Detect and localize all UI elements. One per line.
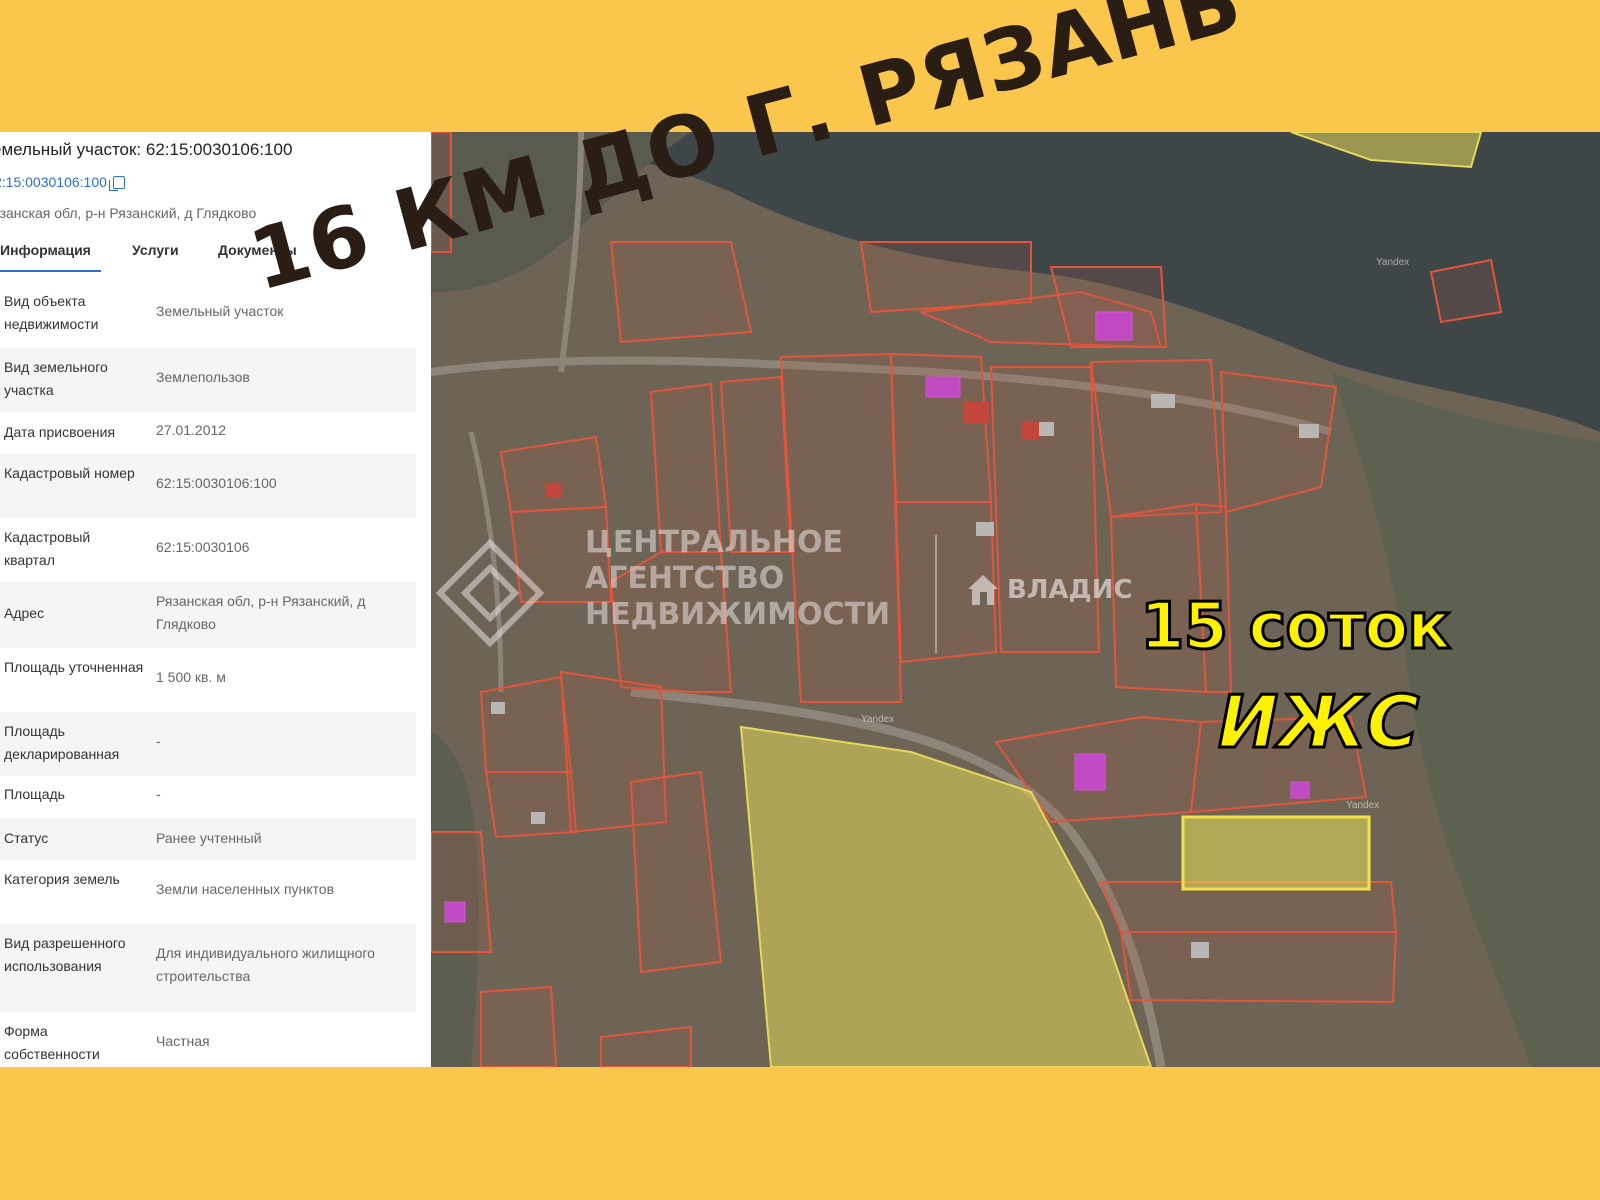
land-use-badge: ИЖС [1216,679,1420,766]
copy-icon[interactable] [108,175,125,191]
panel-title: емельный участок: 62:15:0030106:100 [0,140,293,159]
house [546,484,562,498]
parcel[interactable] [1119,931,1398,1004]
building-marker [1095,311,1133,341]
info-row-key: Дата присвоения [4,424,116,440]
map-provider-label: Yandex [1376,257,1410,268]
watermark-line: АГЕНТСТВО [585,561,785,596]
info-row-key: Кадастровый номер [4,465,135,481]
brand-name: ВЛАДИС [1007,575,1133,605]
tab-information[interactable]: Информация [0,242,101,272]
parcel[interactable] [484,771,578,839]
info-row-value: Рязанская обл, р-н Рязанский, д Глядково [156,593,366,632]
parcel[interactable] [1429,258,1503,324]
listing-image: емельный участок: 62:15:0030106:100 2:15… [0,0,1600,1200]
info-row: Форма собственности Частная [0,1012,416,1067]
parcel[interactable] [1089,358,1223,519]
info-row-value: Землепользов [156,369,250,385]
info-row: Кадастровый квартал 62:15:0030106 [0,518,416,582]
info-row-value: Земли населенных пунктов [156,881,335,897]
info-row-value: Для индивидуального жилищного строительс… [156,945,375,984]
info-row-value: - [156,733,161,749]
info-row: Вид земельного участка Землепользов [0,348,416,412]
parcel[interactable] [431,831,493,953]
info-row: Площадь - [0,776,416,818]
info-row-key: Вид разрешенного использования [4,935,126,974]
house [491,702,505,714]
building-marker [1074,753,1106,791]
info-row-key: Статус [4,830,49,846]
map-provider-label: Yandex [1346,800,1380,811]
info-row: Площадь декларированная - [0,712,416,776]
building-marker [925,376,961,398]
info-row-key: Адрес [4,605,45,621]
area-badge: 15 соток [1139,589,1453,666]
info-row-key: Вид земельного участка [4,359,108,398]
cadastral-number-text[interactable]: 2:15:0030106:100 [0,174,107,190]
house [976,522,994,536]
parcel[interactable] [479,675,573,773]
house-icon [968,575,998,605]
info-row-value: 62:15:0030106:100 [156,475,277,491]
watermark-line: НЕДВИЖИМОСТИ [585,597,891,632]
house [963,402,989,424]
info-row-key: Площадь уточненная [4,659,144,675]
building-marker [444,901,466,923]
info-row-value: Ранее учтенный [156,830,262,846]
info-row-value: 62:15:0030106 [156,539,250,555]
watermark-divider [935,535,937,653]
house [1151,394,1175,408]
agency-logo-icon [435,538,545,648]
info-row-key: Вид объекта недвижимости [4,293,99,332]
tab-services[interactable]: Услуги [132,242,179,258]
house [1299,424,1319,438]
info-row-key: Площадь [4,786,65,802]
parcel[interactable] [609,241,753,344]
info-row-key: Форма собственности [4,1023,100,1062]
house [531,812,545,824]
info-row: Вид объекта недвижимости Земельный участ… [0,282,416,348]
info-row-value: 1 500 кв. м [156,669,226,685]
watermark-line: ЦЕНТРАЛЬНОЕ [585,525,843,560]
info-row: Вид разрешенного использования Для индив… [0,924,416,1012]
info-row-value: Частная [156,1033,210,1049]
parcel[interactable] [989,366,1101,653]
building-marker [1290,781,1310,799]
brand-watermark: ВЛАДИС [965,572,1133,608]
info-row: Статус Ранее учтенный [0,818,416,860]
agency-watermark: ЦЕНТРАЛЬНОЕ АГЕНТСТВО НЕДВИЖИМОСТИ [585,525,890,633]
info-row-key: Категория земель [4,871,120,887]
cadastral-number-link[interactable]: 2:15:0030106:100 [0,174,125,191]
info-row-key: Кадастровый квартал [4,529,91,568]
parcel[interactable] [889,352,993,503]
info-row: Площадь уточненная 1 500 кв. м [0,648,416,712]
house [1021,422,1039,440]
info-row: Категория земель Земли населенных пункто… [0,860,416,924]
info-row: Дата присвоения 27.01.2012 [0,412,416,454]
info-row: Кадастровый номер 62:15:0030106:100 [0,454,416,518]
map-provider-label: Yandex [861,714,895,725]
info-row: Адрес Рязанская обл, р-н Рязанский, д Гл… [0,582,416,648]
house [1191,942,1209,958]
info-row-key: Площадь декларированная [4,723,120,762]
selected-parcel[interactable] [1181,815,1371,891]
panel-address: язанская обл, р-н Рязанский, д Глядково [0,205,257,221]
info-table: Вид объекта недвижимости Земельный участ… [0,282,416,1067]
info-row-value: 27.01.2012 [156,422,227,438]
parcel[interactable] [480,985,558,1067]
info-row-value: - [156,786,161,802]
